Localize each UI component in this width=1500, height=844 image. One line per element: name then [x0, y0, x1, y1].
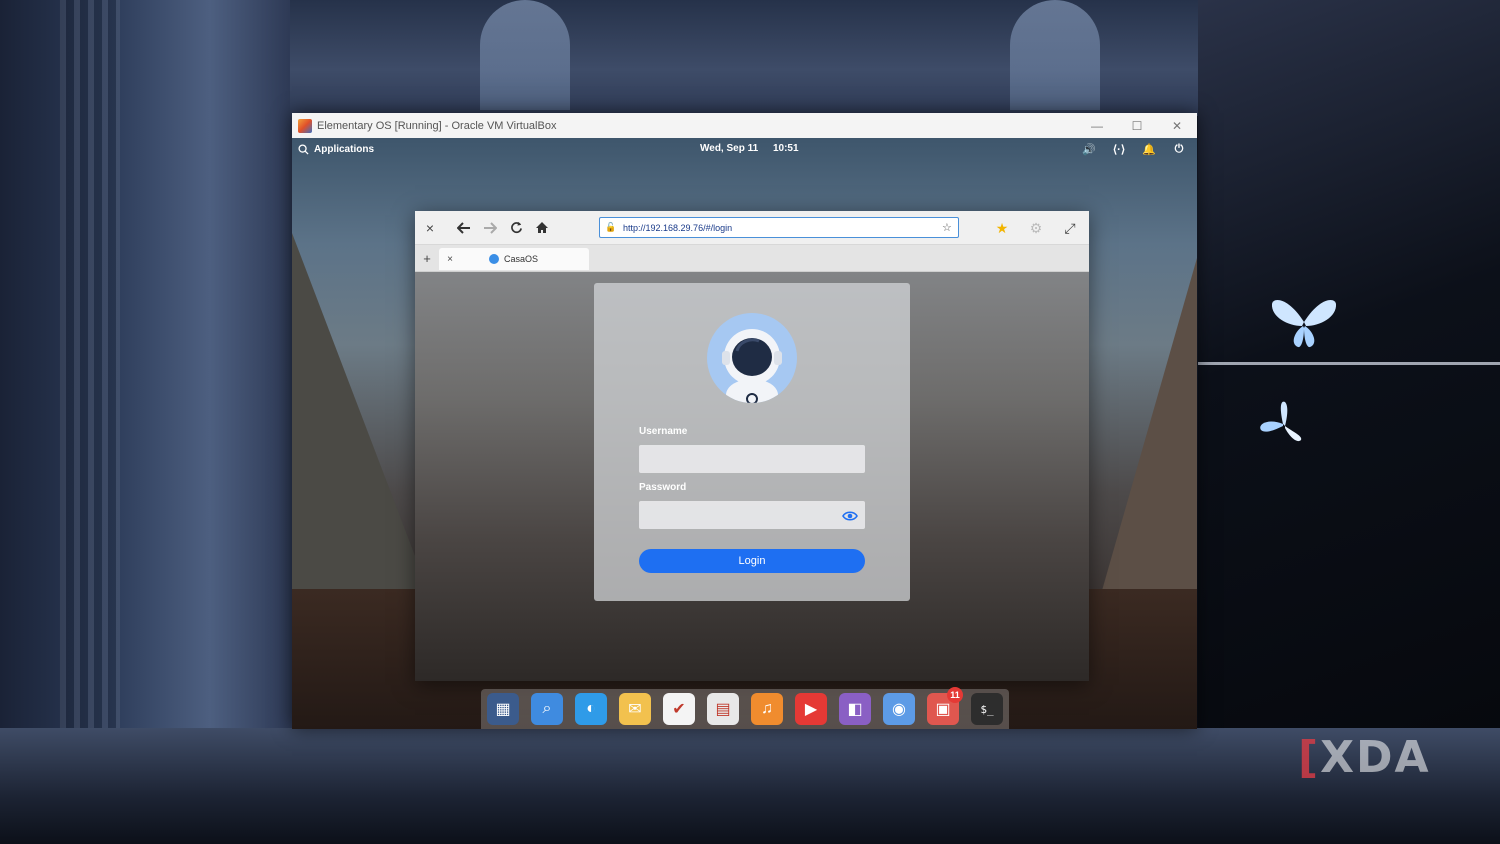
time-text: 10:51 — [772, 143, 799, 154]
music-icon[interactable]: ♫ — [751, 693, 783, 725]
astronaut-avatar — [707, 313, 797, 403]
casaos-favicon-icon — [489, 254, 499, 264]
bookmark-star-icon[interactable]: ☆ — [942, 221, 958, 234]
virtualbox-icon — [298, 118, 312, 133]
login-button[interactable]: Login — [639, 549, 865, 573]
network-icon[interactable]: ⟨·⟩ — [1111, 141, 1127, 157]
browser-window: × 🔓 http://192.168.29.76/#/login ☆ ★ ⚙ ⤢… — [415, 211, 1089, 681]
host-wallpaper-left — [0, 0, 300, 844]
mail-icon[interactable]: ✉ — [619, 693, 651, 725]
vbox-titlebar[interactable]: Elementary OS [Running] - Oracle VM Virt… — [292, 113, 1197, 138]
dock: ▦ ⌕ ◐ ✉ ✔ ▤ ♫ ▶ ◧ ◉ ▣ 11 $_ — [481, 687, 1009, 729]
terminal-prompt-label: $_ — [980, 702, 994, 716]
minimize-button[interactable]: — — [1077, 113, 1117, 138]
search-icon — [298, 143, 309, 155]
top-panel: Applications Wed, Sep 11 10:51 🔊 ⟨·⟩ 🔔 ⏻ — [292, 138, 1197, 160]
host-wallpaper-top — [290, 0, 1200, 116]
xda-text: XDA — [1320, 732, 1431, 783]
photos-icon[interactable]: ◧ — [839, 693, 871, 725]
tab-bar: + × CasaOS — [415, 245, 1089, 272]
back-icon[interactable] — [451, 215, 477, 241]
fullscreen-icon[interactable]: ⤢ — [1057, 215, 1083, 241]
system-settings-icon[interactable]: ◉ — [883, 693, 915, 725]
astronaut-icon — [722, 329, 782, 403]
url-text[interactable]: http://192.168.29.76/#/login — [623, 223, 942, 233]
xda-bracket: [ — [1298, 732, 1321, 783]
web-browser-icon[interactable]: ◐ — [575, 693, 607, 725]
show-password-eye-icon[interactable] — [842, 510, 858, 522]
username-label: Username — [639, 426, 688, 437]
volume-icon[interactable]: 🔊 — [1081, 141, 1097, 157]
window-arch — [480, 0, 570, 110]
tab-casaos[interactable]: × CasaOS — [439, 248, 589, 270]
window-arch — [1010, 0, 1100, 110]
username-input[interactable] — [639, 445, 865, 473]
password-label: Password — [639, 482, 687, 493]
calendar-icon[interactable]: ▤ — [707, 693, 739, 725]
browser-actions: ★ ⚙ ⤢ — [989, 215, 1083, 241]
address-bar[interactable]: 🔓 http://192.168.29.76/#/login ☆ — [599, 217, 959, 238]
butterfly-icon — [1271, 299, 1337, 348]
piano-edge — [1198, 362, 1500, 365]
close-button[interactable]: ✕ — [1157, 113, 1197, 138]
host-wallpaper-bottom — [0, 728, 1500, 844]
appcenter-icon[interactable]: ▣ 11 — [927, 687, 963, 725]
login-card: Username Password Login — [594, 283, 910, 601]
window-controls: — ☐ ✕ — [1077, 113, 1197, 138]
tab-title: CasaOS — [504, 254, 539, 264]
virtualbox-window: Elementary OS [Running] - Oracle VM Virt… — [292, 113, 1197, 729]
applications-menu[interactable]: Applications — [298, 144, 374, 155]
page-content: Username Password Login — [415, 271, 1089, 681]
host-wallpaper-right — [1198, 0, 1500, 844]
notification-badge: 11 — [947, 687, 963, 703]
xda-watermark: [XDA — [1298, 732, 1431, 783]
insecure-lock-icon[interactable]: 🔓 — [605, 222, 617, 233]
settings-gear-icon[interactable]: ⚙ — [1023, 215, 1049, 241]
tab-close-button[interactable]: × — [439, 254, 461, 265]
guest-desktop: Applications Wed, Sep 11 10:51 🔊 ⟨·⟩ 🔔 ⏻… — [292, 138, 1197, 729]
files-icon[interactable]: ⌕ — [531, 693, 563, 725]
maximize-button[interactable]: ☐ — [1117, 113, 1157, 138]
notifications-icon[interactable]: 🔔 — [1141, 141, 1157, 157]
datetime-indicator[interactable]: Wed, Sep 11 10:51 — [700, 143, 799, 154]
browser-close-button[interactable]: × — [417, 215, 443, 241]
date-text: Wed, Sep 11 — [700, 143, 759, 154]
butterfly-icon — [1260, 401, 1302, 442]
power-icon[interactable]: ⏻ — [1171, 141, 1187, 157]
videos-icon[interactable]: ▶ — [795, 693, 827, 725]
password-input[interactable] — [639, 501, 865, 529]
vbox-window-title: Elementary OS [Running] - Oracle VM Virt… — [317, 119, 557, 132]
forward-icon[interactable] — [477, 215, 503, 241]
terminal-icon[interactable]: $_ — [971, 693, 1003, 725]
system-indicators: 🔊 ⟨·⟩ 🔔 ⏻ — [1081, 141, 1187, 157]
browser-toolbar: × 🔓 http://192.168.29.76/#/login ☆ ★ ⚙ ⤢ — [415, 211, 1089, 245]
reload-icon[interactable] — [503, 215, 529, 241]
tasks-icon[interactable]: ✔ — [663, 693, 695, 725]
multitasking-view-icon[interactable]: ▦ — [487, 693, 519, 725]
home-icon[interactable] — [529, 215, 555, 241]
new-tab-button[interactable]: + — [415, 251, 439, 266]
applications-label: Applications — [314, 143, 375, 155]
bookmarks-icon[interactable]: ★ — [989, 215, 1015, 241]
